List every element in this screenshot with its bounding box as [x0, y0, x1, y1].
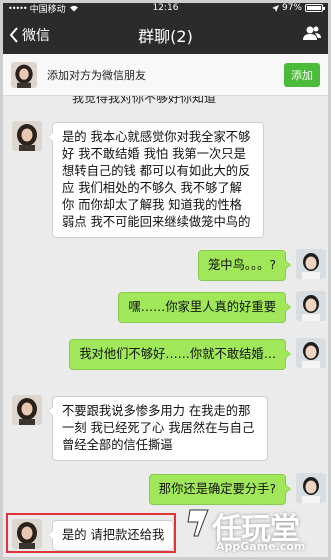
logo-icon	[187, 509, 209, 537]
avatar[interactable]	[12, 395, 42, 425]
chat-bubble[interactable]: 那你还是确定要分手?	[148, 474, 292, 505]
watermark-subtext: AppGame.com	[216, 540, 306, 553]
avatar[interactable]	[296, 338, 326, 368]
avatar[interactable]	[12, 121, 42, 151]
chat-bubble[interactable]: 嘿……你家里人真的好重要	[118, 292, 291, 323]
cut-off-text: 我觉得我对你不够好你知道	[72, 96, 217, 105]
chat-info-button[interactable]	[303, 25, 321, 45]
status-bar: ••••• 中国移动 12:16 97%	[0, 0, 331, 16]
battery-level	[307, 6, 321, 10]
avatar[interactable]	[296, 291, 326, 321]
battery-percent: 97%	[281, 3, 302, 13]
chat-bubble[interactable]: 是的 我本心就感觉你对我全家不够好 我不敢结婚 我怕 我第一次只是想转自己的钱 …	[47, 122, 264, 238]
chat-bubble[interactable]: 我对他们不够好……你就不敢结婚…	[69, 339, 291, 370]
person-icon	[303, 26, 321, 40]
location-arrow-icon	[271, 4, 279, 12]
cut-off-message: 我觉得我对你不够好你知道	[72, 96, 252, 106]
nav-bar: 微信 群聊(2)	[0, 16, 331, 54]
avatar[interactable]	[296, 249, 326, 279]
avatar[interactable]	[296, 473, 326, 503]
chat-bubble[interactable]: 不要跟我说多惨多用力 在我走的那一刻 我已经死了心 我居然在与自己曾经全部的信任…	[47, 396, 268, 461]
back-button[interactable]: 微信	[0, 25, 50, 45]
battery-icon	[305, 4, 325, 12]
watermark: 任玩堂 AppGame.com	[186, 504, 326, 556]
chat-bubble[interactable]: 笼中鸟。。。?	[197, 250, 292, 281]
add-friend-banner: 添加对方为微信朋友 添加	[3, 54, 328, 96]
chevron-left-icon	[9, 27, 18, 43]
add-friend-button[interactable]: 添加	[284, 62, 320, 87]
highlight-box	[6, 513, 176, 553]
back-label: 微信	[22, 28, 50, 44]
banner-text: 添加对方为微信朋友	[47, 68, 146, 82]
avatar	[11, 62, 37, 88]
